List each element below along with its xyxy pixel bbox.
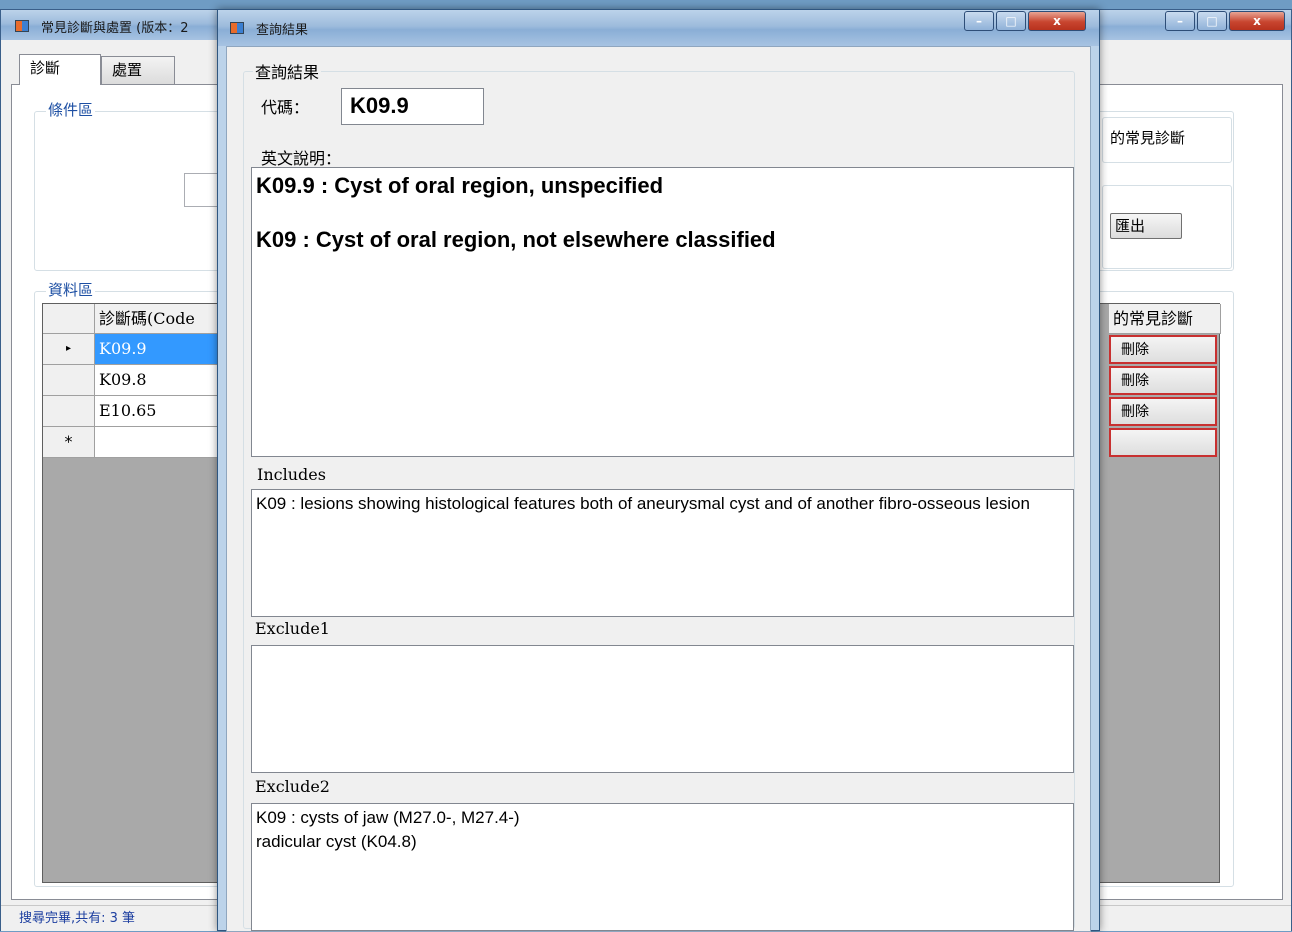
exclude1-box[interactable] [251, 645, 1074, 773]
delete-button[interactable]: 刪除 [1109, 366, 1217, 395]
column-header-common[interactable]: 的常見診斷 [1109, 304, 1221, 334]
english-line-2: K09 : Cyst of oral region, not elsewhere… [256, 227, 776, 252]
data-group-label: 資料區 [46, 279, 96, 300]
result-group-label: 查詢結果 [253, 59, 322, 83]
delete-button[interactable]: 刪除 [1109, 335, 1217, 364]
maximize-button[interactable]: □ [1197, 11, 1227, 31]
column-header-code[interactable]: 診斷碼(Code [95, 304, 235, 334]
export-button[interactable]: 匯出 [1110, 213, 1182, 239]
close-button[interactable]: x [1229, 11, 1285, 31]
row-header[interactable] [43, 396, 95, 427]
dialog-icon [230, 22, 244, 34]
row-header[interactable] [43, 365, 95, 396]
new-row-button[interactable] [1109, 428, 1217, 457]
includes-box[interactable]: K09 : lesions showing histological featu… [251, 489, 1074, 617]
english-description-box[interactable]: K09.9 : Cyst of oral region, unspecified… [251, 167, 1074, 457]
right-option-text: 的常見診斷 [1110, 129, 1186, 147]
dialog-minimize-button[interactable]: – [964, 11, 994, 31]
row-header-new[interactable]: * [43, 427, 95, 458]
dialog-close-button[interactable]: x [1028, 11, 1086, 31]
condition-group-label: 條件區 [46, 99, 96, 120]
app-icon [15, 20, 29, 32]
includes-label: Includes [257, 465, 326, 484]
code-label: 代碼： [261, 98, 310, 117]
dialog-client-area: 查詢結果 代碼： K09.9 英文說明： K09.9 : Cyst of ora… [226, 46, 1091, 932]
dialog-maximize-button[interactable]: □ [996, 11, 1026, 31]
exclude2-label: Exclude2 [255, 777, 330, 796]
new-row-cell[interactable] [95, 427, 235, 458]
minimize-button[interactable]: – [1165, 11, 1195, 31]
exclude2-box[interactable]: K09 : cysts of jaw (M27.0-, M27.4-) radi… [251, 803, 1074, 931]
tab-procedure[interactable]: 處置 [101, 56, 175, 84]
dialog-title: 查詢結果 [256, 23, 309, 38]
code-field[interactable]: K09.9 [341, 88, 484, 125]
exclude2-line-1: K09 : cysts of jaw (M27.0-, M27.4-) [256, 808, 520, 827]
exclude2-line-2: radicular cyst (K04.8) [256, 832, 417, 851]
table-row[interactable]: K09.8 [95, 365, 235, 396]
delete-button[interactable]: 刪除 [1109, 397, 1217, 426]
exclude1-label: Exclude1 [255, 619, 330, 638]
english-description-label: 英文說明： [261, 149, 342, 168]
english-line-1: K09.9 : Cyst of oral region, unspecified [256, 173, 664, 198]
includes-text: K09 : lesions showing histological featu… [256, 494, 1030, 513]
grid-corner [43, 304, 95, 334]
query-result-dialog: 查詢結果 – □ x 查詢結果 代碼： K09.9 英文說明： K09.9 : … [217, 9, 1100, 932]
dialog-title-bar[interactable]: 查詢結果 – □ x [218, 10, 1099, 46]
table-row[interactable]: E10.65 [95, 396, 235, 427]
table-row[interactable]: K09.9 [95, 334, 235, 365]
main-window-title: 常見診斷與處置 (版本：2 [41, 21, 189, 36]
tab-diagnosis[interactable]: 診斷 [19, 54, 101, 85]
row-header-current[interactable]: ▸ [43, 334, 95, 365]
